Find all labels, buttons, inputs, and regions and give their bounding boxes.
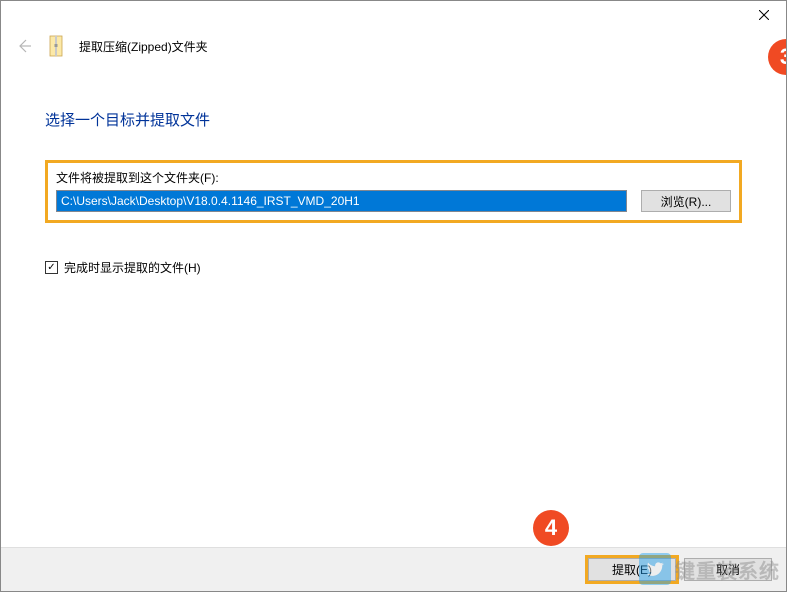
- close-icon: [759, 10, 769, 20]
- wizard-header: 提取压缩(Zipped)文件夹: [1, 33, 786, 67]
- destination-label: 文件将被提取到这个文件夹(F):: [56, 169, 731, 186]
- extract-button-label: 提取(E): [612, 561, 652, 578]
- destination-row: C:\Users\Jack\Desktop\V18.0.4.1146_IRST_…: [56, 190, 731, 212]
- close-button[interactable]: [742, 1, 786, 29]
- annotation-badge-4: 4: [533, 510, 569, 546]
- instruction-text: 选择一个目标并提取文件: [45, 109, 742, 130]
- destination-path-input[interactable]: C:\Users\Jack\Desktop\V18.0.4.1146_IRST_…: [56, 190, 627, 212]
- dialog-window: 提取压缩(Zipped)文件夹 选择一个目标并提取文件 文件将被提取到这个文件夹…: [0, 0, 787, 592]
- cancel-button[interactable]: 取消: [684, 558, 772, 581]
- show-files-row: ✓ 完成时显示提取的文件(H): [45, 259, 742, 276]
- wizard-title: 提取压缩(Zipped)文件夹: [79, 38, 208, 55]
- titlebar: [1, 1, 786, 33]
- check-icon: ✓: [47, 263, 55, 273]
- back-button[interactable]: [15, 37, 33, 55]
- extract-button[interactable]: 提取(E): [588, 558, 676, 581]
- zip-folder-icon: [47, 35, 65, 57]
- content-area: 选择一个目标并提取文件 文件将被提取到这个文件夹(F): C:\Users\Ja…: [1, 67, 786, 547]
- show-files-label: 完成时显示提取的文件(H): [64, 259, 201, 276]
- cancel-button-label: 取消: [716, 561, 740, 578]
- footer-bar: 提取(E) 取消 4 键重装系统: [1, 547, 786, 591]
- show-files-checkbox[interactable]: ✓: [45, 261, 58, 274]
- back-arrow-icon: [16, 38, 32, 54]
- destination-highlight: 文件将被提取到这个文件夹(F): C:\Users\Jack\Desktop\V…: [45, 160, 742, 223]
- browse-button[interactable]: 浏览(R)...: [641, 190, 731, 212]
